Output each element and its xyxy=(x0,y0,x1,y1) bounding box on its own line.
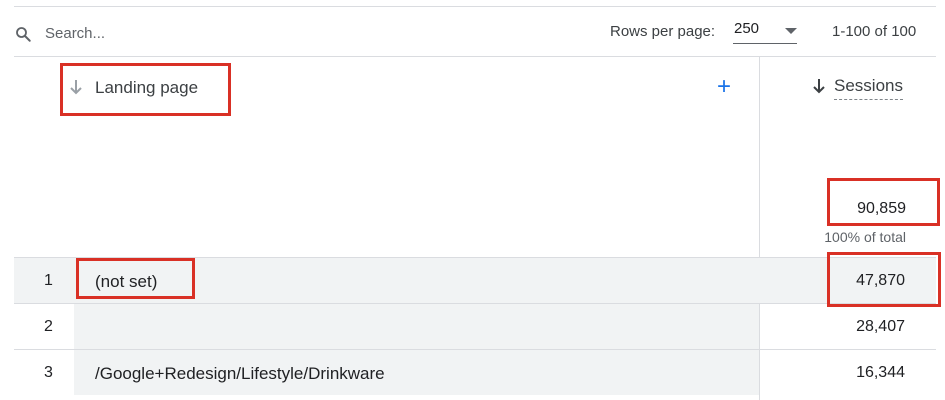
table-row[interactable]: 3 /Google+Redesign/Lifestyle/Drinkware 1… xyxy=(14,349,936,395)
add-dimension-button[interactable]: + xyxy=(714,75,734,99)
row-index: 1 xyxy=(44,272,53,289)
search-icon[interactable] xyxy=(14,25,32,43)
row-background xyxy=(74,304,759,349)
landing-page-cell[interactable]: (not set) xyxy=(95,272,157,292)
landing-page-header-label: Landing page xyxy=(95,78,199,97)
sessions-total-percent: 100% of total xyxy=(824,229,906,245)
table-toolbar: Rows per page: 250 1-100 of 100 xyxy=(14,6,936,57)
arrow-down-icon xyxy=(813,79,825,94)
row-index: 3 xyxy=(44,364,53,381)
sessions-cell: 28,407 xyxy=(856,318,905,335)
pagination-range: 1-100 of 100 xyxy=(832,23,917,40)
arrow-down-icon xyxy=(70,80,82,95)
rows-per-page-label: Rows per page: xyxy=(610,23,716,40)
rows-per-page-select[interactable]: 250 xyxy=(733,18,797,44)
landing-page-cell[interactable]: /Google+Redesign/Lifestyle/Drinkware xyxy=(95,364,385,384)
sessions-cell: 47,870 xyxy=(856,272,905,289)
chevron-down-icon xyxy=(785,28,797,34)
sessions-cell: 16,344 xyxy=(856,364,905,381)
search-input[interactable] xyxy=(45,21,345,45)
sessions-header-label: Sessions xyxy=(834,76,903,100)
rows-per-page-value: 250 xyxy=(734,20,760,37)
table-row[interactable]: 1 (not set) 47,870 xyxy=(14,257,936,303)
sessions-total: 90,859 xyxy=(857,200,906,217)
table-row[interactable]: 2 28,407 xyxy=(14,303,936,349)
row-index: 2 xyxy=(44,318,53,335)
